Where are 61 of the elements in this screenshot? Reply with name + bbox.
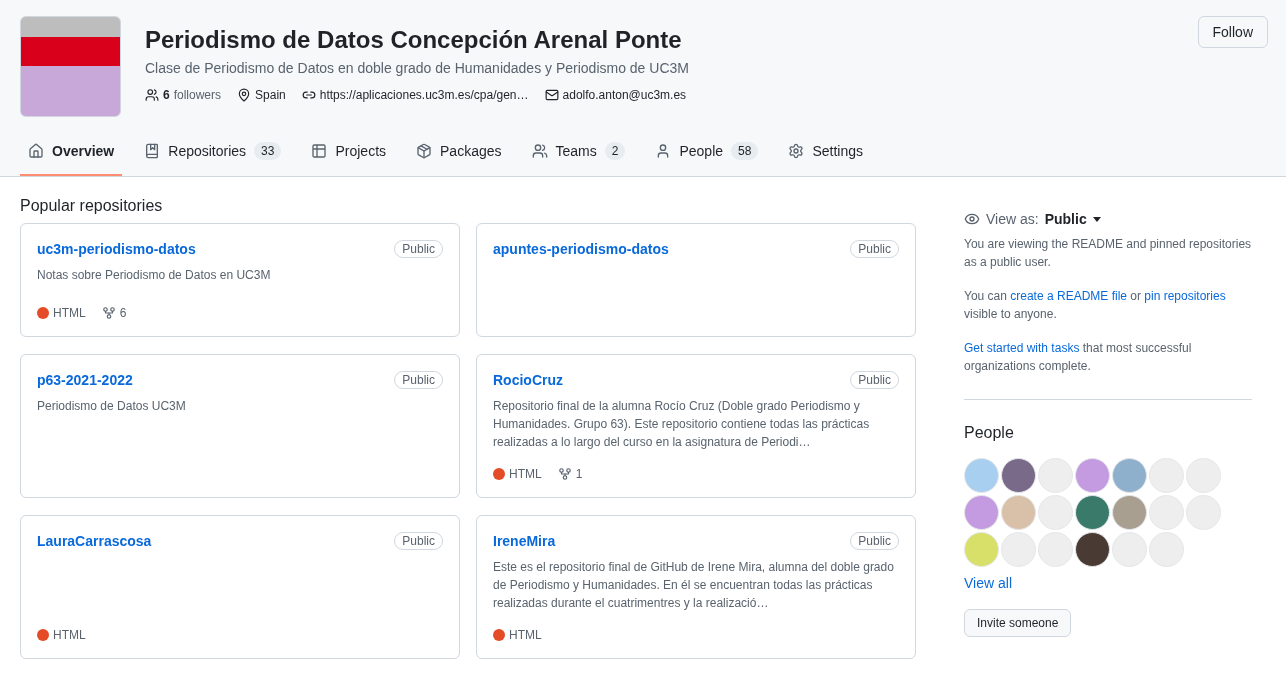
text-link[interactable]: Get started with tasks (964, 341, 1080, 355)
settings-icon (788, 143, 805, 159)
nav-tab[interactable]: People 58 (647, 134, 767, 176)
count-badge: 33 (254, 142, 282, 160)
repo-link[interactable]: IreneMira (493, 533, 556, 549)
info-paragraph: Get started with tasks that most successful organizations complete. (964, 340, 1193, 375)
eye-icon (964, 211, 980, 227)
section-title: Popular repositories (20, 197, 164, 215)
people-icon (145, 88, 159, 102)
language-name: HTML (509, 467, 542, 481)
nav-tab[interactable]: Settings (780, 134, 871, 176)
people-icon (531, 143, 548, 159)
nav-tab[interactable]: Repositories 33 (136, 134, 290, 176)
home-icon (28, 143, 44, 159)
info-paragraph: You are viewing the README and pinned repositories as a public user. (964, 236, 1252, 271)
avatar[interactable] (1075, 495, 1110, 530)
view-all-link[interactable]: View all (964, 575, 1252, 591)
nav-tab[interactable]: Projects (303, 134, 395, 176)
nav-tab[interactable]: Packages (408, 134, 510, 176)
count-badge: 58 (731, 142, 759, 160)
repo-description: Notas sobre Periodismo de Datos en UC3M (37, 267, 272, 284)
org-name: Periodismo de Datos Concepción Arenal Ponte (145, 26, 683, 54)
follow-button[interactable]: Follow (1197, 16, 1268, 48)
email-link[interactable]: adolfo.anton@uc3m.es (544, 88, 687, 102)
envelope-icon (544, 88, 559, 102)
caret-icon (1092, 216, 1101, 222)
count-badge: 2 (604, 142, 626, 160)
text-link[interactable]: pin repositories (1144, 289, 1226, 303)
table-icon (311, 143, 328, 159)
location-text: Spain (237, 88, 286, 102)
nav-tab[interactable]: Overview (20, 134, 123, 176)
website-link[interactable]: https://aplicaciones.uc3m.es/cpa/gen… (301, 88, 529, 102)
text-link[interactable]: create a README file (1010, 289, 1127, 303)
package-icon (416, 143, 433, 159)
fork-icon (557, 467, 572, 481)
repo-description: Periodismo de Datos UC3M (37, 398, 187, 415)
link-icon (301, 88, 316, 102)
followers-link[interactable]: 6 followers (145, 88, 222, 102)
repo-link[interactable]: LauraCarrascosa (37, 533, 152, 549)
forks-link[interactable]: 1 (557, 467, 583, 481)
avatar[interactable] (1001, 458, 1036, 493)
language-name: HTML (53, 306, 86, 320)
location-pin-icon (237, 88, 252, 102)
invite-button[interactable]: Invite someone (964, 609, 1072, 637)
forks-link[interactable]: 6 (101, 306, 127, 320)
info-paragraph: You can create a README file or pin repositories visible to anyone. (964, 288, 1227, 323)
fork-icon (101, 306, 116, 320)
repo-description: Este es el repositorio final de GitHub de Irene Mira, alumna del doble grado de Periodismo y Humanidades. En él se encuentran todas las prácticas realizadas durante el cuatrimentres y la realizació… (493, 559, 895, 612)
repo-link[interactable]: RocioCruz (493, 372, 563, 388)
repo-link[interactable]: apuntes-periodismo-datos (493, 241, 669, 257)
nav-tab[interactable]: Teams 2 (523, 134, 634, 176)
repo-description: Repositorio final de la alumna Rocío Cruz (Doble grado Periodismo y Humanidades. Grupo 63). Este repositorio contiene todas las prácticas realizadas a lo largo del curso en la asignatura de Periodi… (493, 398, 871, 451)
view-as-dropdown[interactable]: View as: Public (964, 211, 1252, 227)
language-name: HTML (53, 628, 86, 642)
language-name: HTML (509, 628, 542, 642)
people-title: People (964, 424, 1015, 442)
repo-link[interactable]: uc3m-periodismo-datos (37, 241, 196, 257)
repo-icon (144, 143, 161, 159)
repo-link[interactable]: p63-2021-2022 (37, 372, 133, 388)
avatar[interactable] (1075, 532, 1110, 567)
org-description: Clase de Periodismo de Datos en doble grado de Humanidades y Periodismo de UC3M (145, 60, 690, 76)
